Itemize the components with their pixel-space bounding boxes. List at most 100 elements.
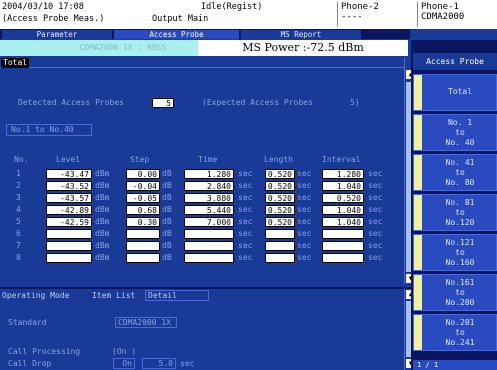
interval-value: 1.040	[322, 181, 364, 191]
tab-access-probe[interactable]: Access Probe	[114, 30, 239, 39]
step-unit: dB	[162, 169, 172, 178]
length-value	[265, 229, 295, 239]
softkey-no-201-241[interactable]: No.201 to No.241	[413, 314, 497, 351]
softkey-no-121-160[interactable]: No.121 to No.160	[413, 234, 497, 271]
level-unit: dBm	[95, 169, 110, 178]
datetime: 2004/03/10 17:08	[2, 2, 84, 12]
step-unit: dB	[162, 217, 172, 226]
expected-count: 5)	[350, 98, 360, 107]
length-unit: sec	[297, 229, 312, 238]
status-label: Idle(Regist)	[201, 2, 263, 12]
level-value: -42.59	[46, 217, 92, 227]
section-label: Total	[1, 58, 30, 68]
row-number: 8	[16, 253, 21, 262]
time-value: 2.840	[184, 181, 234, 191]
interval-unit: sec	[368, 253, 383, 262]
standard-select[interactable]: CDMA2000 1X	[115, 317, 177, 328]
length-unit: sec	[297, 169, 312, 178]
softkey-label: No. 81 to No.120	[445, 198, 475, 227]
range-button[interactable]: No.1 to No.40	[6, 124, 92, 136]
time-unit: sec	[238, 169, 253, 178]
length-value: 0.520	[265, 193, 295, 203]
length-unit: sec	[297, 241, 312, 250]
ms-power-readout: MS Power :-72.5 dBm	[198, 40, 408, 56]
length-value	[265, 241, 295, 251]
tab-ms-report[interactable]: MS Report	[241, 30, 361, 39]
level-value: -43.47	[46, 169, 92, 179]
interval-value	[322, 253, 364, 263]
interval-unit: sec	[368, 217, 383, 226]
step-value: 0.00	[126, 169, 160, 179]
length-value: 0.520	[265, 169, 295, 179]
softkey-no-1-40[interactable]: No. 1 to No. 40	[413, 114, 497, 151]
detected-count: 5	[152, 98, 174, 108]
col-length: Length	[264, 155, 293, 164]
softkey-label: No.201 to No.241	[445, 318, 475, 347]
row-number: 3	[16, 193, 21, 202]
row-number: 4	[16, 205, 21, 214]
col-time: Time	[198, 155, 218, 164]
tab-parameter[interactable]: Parameter	[2, 30, 112, 39]
time-unit: sec	[238, 181, 253, 190]
interval-value: 0.520	[322, 193, 364, 203]
interval-value: 1.040	[322, 205, 364, 215]
page-indicator: 1 / 1	[413, 360, 497, 370]
step-value	[126, 241, 160, 251]
level-value: -43.52	[46, 181, 92, 191]
window-header: 2004/03/10 17:08 (Access Probe Meas.) Ou…	[0, 0, 497, 29]
length-unit: sec	[297, 205, 312, 214]
section-bar: Total	[0, 58, 404, 68]
step-unit: dB	[162, 253, 172, 262]
interval-unit: sec	[368, 169, 383, 178]
step-value: 0.30	[126, 217, 160, 227]
length-unit: sec	[297, 253, 312, 262]
interval-unit: sec	[368, 241, 383, 250]
interval-value	[322, 241, 364, 251]
softkey-no-41-80[interactable]: No. 41 to No. 80	[413, 154, 497, 191]
softkey-no-161-200[interactable]: No.161 to No.200	[413, 274, 497, 311]
level-unit: dBm	[95, 229, 110, 238]
length-unit: sec	[297, 193, 312, 202]
step-unit: dB	[162, 241, 172, 250]
time-unit: sec	[238, 205, 253, 214]
step-unit: dB	[162, 193, 172, 202]
interval-value: 1.040	[322, 217, 364, 227]
item-list-select[interactable]: Detail	[145, 290, 209, 301]
level-value	[46, 253, 92, 263]
softkey-tab-icon	[414, 155, 422, 190]
interval-unit: sec	[368, 205, 383, 214]
col-level: Level	[56, 155, 81, 164]
step-value: -0.05	[126, 193, 160, 203]
step-unit: dB	[162, 181, 172, 190]
call-processing-label: Call Processing	[8, 347, 81, 356]
call-drop-label: Call Drop	[8, 359, 52, 368]
time-value: 3.880	[184, 193, 234, 203]
operating-mode-label: Operating Mode	[2, 291, 70, 300]
phone-2-label: Phone-2	[341, 2, 379, 12]
softkey-label: Total	[447, 87, 473, 96]
phone-1-label: Phone-1	[421, 2, 459, 12]
side-panel-title: Access Probe	[413, 53, 497, 70]
step-value	[126, 253, 160, 263]
time-unit: sec	[238, 241, 253, 250]
step-value: 0.68	[126, 205, 160, 215]
softkey-total[interactable]: Total	[413, 74, 497, 111]
row-number: 6	[16, 229, 21, 238]
softkey-tab-icon	[414, 115, 422, 150]
call-drop-select[interactable]: On	[113, 358, 135, 369]
expected-label: (Expected Access Probes	[202, 98, 313, 107]
length-value: 0.520	[265, 205, 295, 215]
time-unit: sec	[238, 217, 253, 226]
row-number: 7	[16, 241, 21, 250]
level-unit: dBm	[95, 253, 110, 262]
level-value	[46, 241, 92, 251]
time-value: 7.000	[184, 217, 234, 227]
phone-2-box: Phone-2 ----	[337, 2, 411, 27]
call-drop-time-field[interactable]: 5.0	[142, 358, 176, 369]
length-value: 0.520	[265, 217, 295, 227]
col-interval: Interval	[322, 155, 361, 164]
level-unit: dBm	[95, 181, 110, 190]
softkey-label: No. 41 to No. 80	[445, 158, 475, 187]
level-unit: dBm	[95, 205, 110, 214]
softkey-no-81-120[interactable]: No. 81 to No.120	[413, 194, 497, 231]
